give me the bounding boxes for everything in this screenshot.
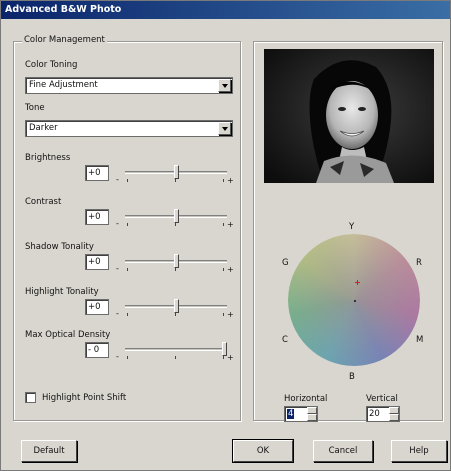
slider-track xyxy=(125,348,227,351)
slider-label: Shadow Tonality xyxy=(25,242,94,252)
slider-tick xyxy=(223,179,224,182)
slider-tick xyxy=(175,179,176,182)
slider-minus-mark: - xyxy=(116,264,119,273)
slider-tick xyxy=(223,268,224,271)
slider[interactable] xyxy=(121,209,231,227)
slider-label: Contrast xyxy=(25,197,62,207)
slider-tick xyxy=(127,356,128,359)
chevron-down-icon[interactable] xyxy=(218,122,231,135)
slider-plus-mark: + xyxy=(227,353,234,362)
title-bar: Advanced B&W Photo xyxy=(1,1,450,19)
slider-plus-mark: + xyxy=(227,265,234,274)
color-toning-dropdown[interactable]: Fine Adjustment xyxy=(25,77,233,94)
wheel-label-r: R xyxy=(416,258,422,268)
slider[interactable] xyxy=(121,165,231,183)
vertical-spinbox[interactable]: 20 xyxy=(366,406,400,422)
horizontal-spinbox[interactable]: 4 xyxy=(284,406,318,422)
slider[interactable] xyxy=(121,299,231,317)
slider-tick xyxy=(223,313,224,316)
slider[interactable] xyxy=(121,254,231,272)
slider-value-input[interactable]: - 0 xyxy=(85,342,109,358)
slider-value-input[interactable]: +0 xyxy=(85,254,109,270)
slider-minus-mark: - xyxy=(116,175,119,184)
slider-plus-mark: + xyxy=(227,176,234,185)
ok-button[interactable]: OK xyxy=(232,439,294,463)
horizontal-label: Horizontal xyxy=(284,394,328,404)
color-toning-label: Color Toning xyxy=(25,60,78,70)
color-management-title: Color Management xyxy=(22,35,107,45)
color-toning-value: Fine Adjustment xyxy=(29,80,98,90)
slider[interactable] xyxy=(121,342,231,360)
slider-tick xyxy=(127,179,128,182)
slider-value-input[interactable]: +0 xyxy=(85,165,109,181)
slider-tick xyxy=(223,356,224,359)
horizontal-spin-buttons[interactable] xyxy=(307,407,317,421)
preview-photo xyxy=(264,49,434,183)
vertical-value: 20 xyxy=(369,409,380,419)
color-management-group: Color Management xyxy=(13,35,241,421)
slider-label: Highlight Tonality xyxy=(25,287,99,297)
slider-tick xyxy=(127,268,128,271)
help-button[interactable]: Help xyxy=(391,440,447,462)
chevron-down-icon[interactable] xyxy=(218,79,231,92)
slider-minus-mark: - xyxy=(116,219,119,228)
color-wheel[interactable] xyxy=(288,234,420,366)
highlight-point-shift-label: Highlight Point Shift xyxy=(42,393,127,403)
wheel-label-c: C xyxy=(282,335,288,345)
tone-label: Tone xyxy=(25,103,45,113)
wheel-marker-v xyxy=(357,280,358,285)
default-button[interactable]: Default xyxy=(21,440,77,462)
slider-minus-mark: - xyxy=(116,352,119,361)
slider-thumb[interactable] xyxy=(173,299,179,313)
slider-tick xyxy=(175,223,176,226)
highlight-point-shift-checkbox[interactable] xyxy=(25,392,36,403)
wheel-center xyxy=(354,300,356,302)
advanced-bw-photo-dialog: Advanced B&W Photo Color Management Colo… xyxy=(0,0,451,471)
wheel-label-b: B xyxy=(349,372,355,382)
cancel-button[interactable]: Cancel xyxy=(313,440,373,462)
wheel-label-y: Y xyxy=(349,222,355,232)
slider-tick xyxy=(175,356,176,359)
wheel-label-g: G xyxy=(282,258,289,268)
slider-thumb[interactable] xyxy=(173,165,179,179)
vertical-label: Vertical xyxy=(366,394,398,404)
slider-value-input[interactable]: +0 xyxy=(85,209,109,225)
slider-plus-mark: + xyxy=(227,310,234,319)
slider-label: Brightness xyxy=(25,153,71,163)
slider-minus-mark: - xyxy=(116,309,119,318)
slider-label: Max Optical Density xyxy=(25,330,111,340)
slider-tick xyxy=(175,268,176,271)
slider-plus-mark: + xyxy=(227,220,234,229)
slider-thumb[interactable] xyxy=(173,254,179,268)
tone-dropdown[interactable]: Darker xyxy=(25,120,233,137)
slider-thumb[interactable] xyxy=(173,209,179,223)
horizontal-value: 4 xyxy=(287,409,295,419)
slider-tick xyxy=(175,313,176,316)
slider-tick xyxy=(127,223,128,226)
wheel-label-m: M xyxy=(416,335,424,345)
vertical-spin-buttons[interactable] xyxy=(389,407,399,421)
tone-value: Darker xyxy=(29,123,58,133)
slider-value-input[interactable]: +0 xyxy=(85,299,109,315)
slider-tick xyxy=(127,313,128,316)
portrait-image xyxy=(264,49,434,183)
slider-tick xyxy=(223,223,224,226)
